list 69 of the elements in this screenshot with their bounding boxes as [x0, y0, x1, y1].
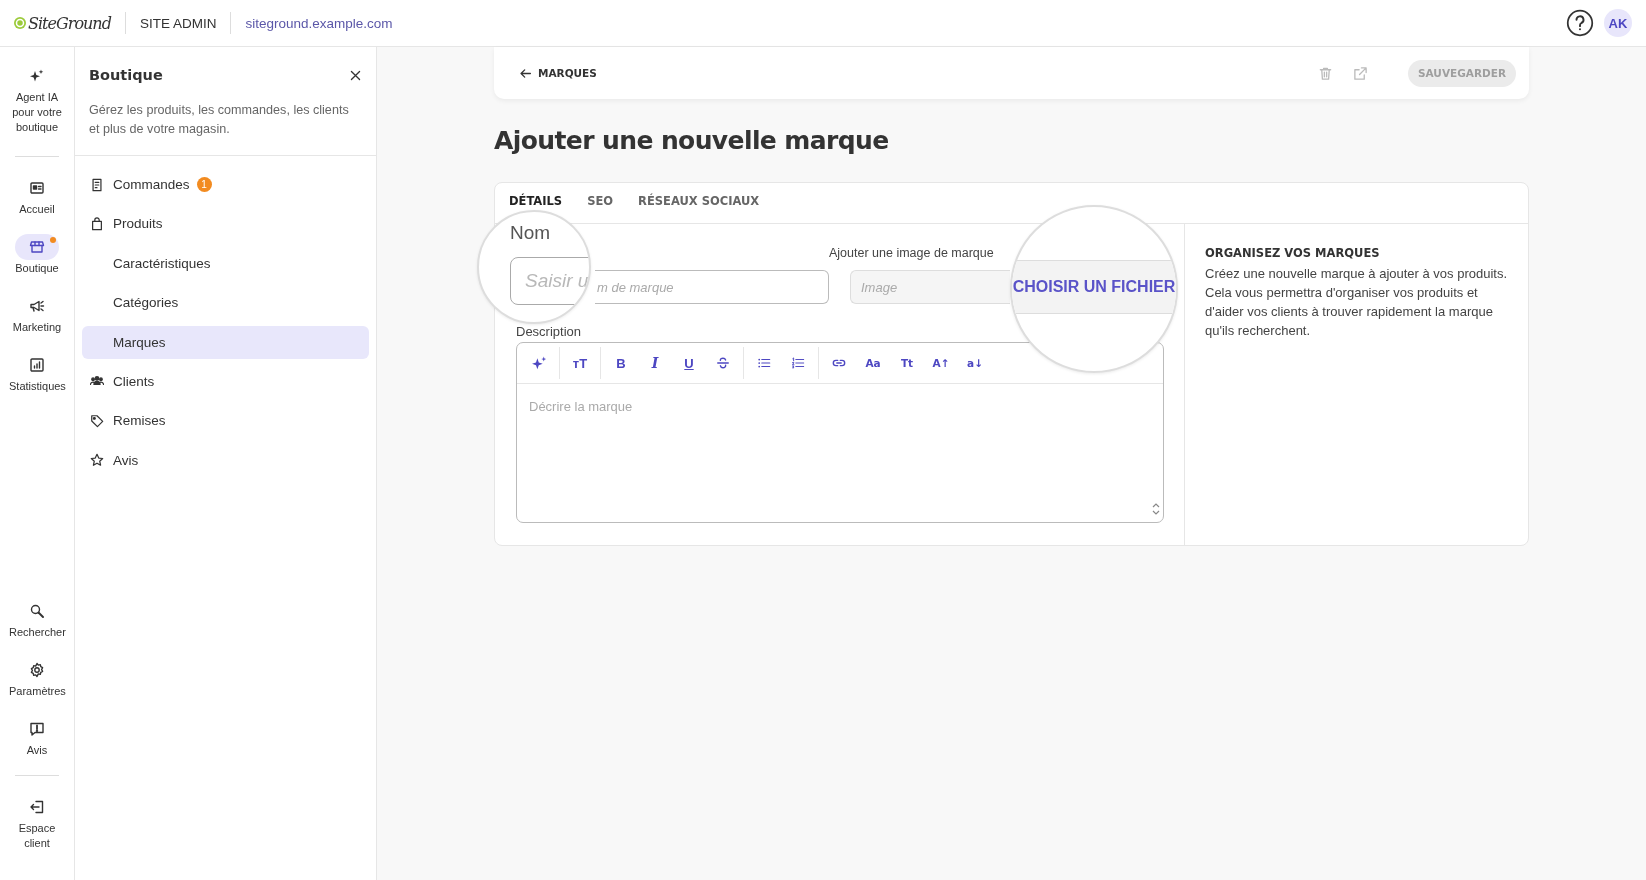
bullet-list-icon — [757, 356, 771, 370]
sidebar-item[interactable]: Avis — [82, 443, 369, 477]
sidebar-item[interactable]: Commandes 1 — [82, 168, 369, 201]
nav-item[interactable]: Agent IA pour votre boutique — [5, 63, 69, 135]
section-title: SITE ADMIN — [139, 15, 217, 31]
nav-item[interactable]: Boutique — [5, 234, 69, 276]
toolbar-button[interactable]: U — [674, 348, 704, 378]
nav-item[interactable]: Espace client — [5, 794, 69, 851]
toolbar-button[interactable]: B — [606, 348, 636, 378]
page-title: Ajouter une nouvelle marque — [494, 126, 890, 156]
help-icon — [1566, 9, 1594, 37]
back-arrow-icon — [519, 66, 532, 80]
sidebar-item[interactable]: Caractéristiques — [82, 246, 369, 280]
nav-item[interactable]: Rechercher — [5, 598, 69, 640]
exit-icon — [29, 799, 45, 815]
strikethrough-icon — [716, 356, 730, 370]
trash-icon — [1318, 65, 1333, 81]
toolbar-button[interactable]: Tt — [892, 348, 922, 378]
placeholder-text: Saisir u — [525, 270, 589, 292]
sidebar-item[interactable]: Remises — [82, 404, 369, 438]
dashboard-icon — [29, 180, 45, 196]
external-link-icon — [1353, 65, 1368, 81]
sidebar-item[interactable]: Produits — [82, 207, 369, 241]
toolbar-button[interactable]: ᴛT — [565, 348, 595, 378]
resize-handle-icon[interactable] — [1151, 502, 1161, 516]
info-text: Créez une nouvelle marque à ajouter à vos produits. Cela vous permettra d'organiser vos produits et d'aider vos clients à trouver rapidement la marque qu'ils recherchent. — [1205, 265, 1508, 340]
star-icon — [90, 453, 104, 468]
chart-icon — [29, 357, 45, 373]
nav-item[interactable]: Marketing — [5, 293, 69, 335]
receipt-icon — [90, 177, 104, 192]
user-avatar[interactable]: AK — [1604, 9, 1632, 37]
settings-icon — [29, 662, 45, 678]
domain-link[interactable]: siteground.example.com — [245, 15, 393, 31]
nav-item[interactable]: Statistiques — [5, 352, 69, 394]
tab[interactable]: DÉTAILS — [509, 193, 563, 208]
panel-description: Gérez les produits, les commandes, les clients et plus de votre magasin. — [89, 102, 350, 138]
help-button[interactable] — [1566, 9, 1594, 37]
toolbar-button[interactable]: I — [640, 348, 670, 378]
back-link[interactable]: MARQUES — [519, 66, 597, 80]
sidebar-item[interactable]: Clients — [82, 364, 369, 398]
search-icon — [29, 603, 45, 619]
field-label: Nom — [510, 222, 551, 244]
toolbar-button[interactable]: A↑ — [926, 348, 956, 378]
sidebar-item[interactable]: Catégories — [82, 286, 369, 320]
nav-item[interactable]: Avis — [5, 716, 69, 758]
bag-icon — [90, 216, 104, 231]
megaphone-icon — [29, 298, 45, 314]
field-label: Description — [516, 324, 582, 339]
logo-icon — [13, 16, 27, 30]
numbered-list-icon — [791, 356, 805, 370]
feedback-icon — [29, 721, 45, 737]
sparkle-icon — [530, 354, 548, 372]
toolbar-button[interactable]: Aa — [858, 348, 888, 378]
tag-icon — [90, 413, 104, 428]
sidebar-item[interactable]: Marques — [82, 325, 369, 359]
toolbar-button[interactable]: a↓ — [960, 348, 990, 378]
nav-item[interactable]: Paramètres — [5, 657, 69, 699]
close-icon — [349, 68, 362, 82]
placeholder-text: Décrire la marque — [528, 398, 634, 416]
panel-title: Boutique — [89, 67, 163, 83]
tab[interactable]: RÉSEAUX SOCIAUX — [638, 193, 760, 208]
count-badge: 1 — [196, 177, 212, 192]
logo-text[interactable]: SiteGround — [28, 13, 111, 33]
store-icon — [29, 239, 45, 255]
tab[interactable]: SEO — [587, 193, 614, 208]
close-button[interactable] — [349, 68, 362, 82]
info-heading: ORGANISEZ VOS MARQUES — [1205, 246, 1381, 260]
nav-item[interactable]: Accueil — [5, 175, 69, 217]
field-label: Ajouter une image de marque — [829, 246, 995, 261]
